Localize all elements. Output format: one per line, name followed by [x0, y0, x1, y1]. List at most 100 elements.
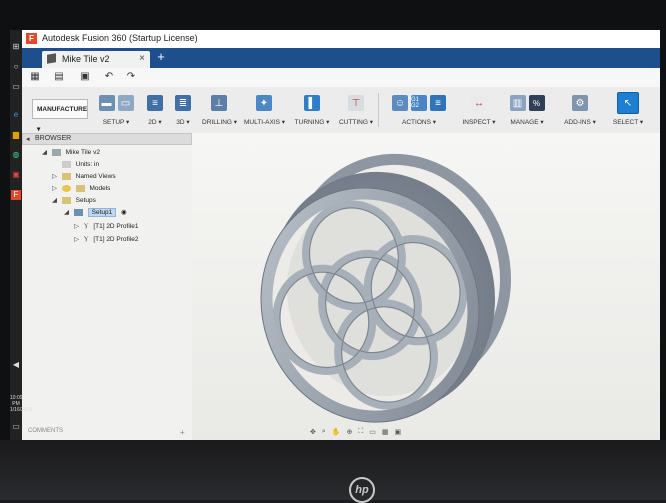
setup-icon: [73, 208, 83, 216]
notification-icon[interactable]: ▭: [11, 422, 21, 432]
file-explorer-icon[interactable]: ▆: [11, 130, 21, 140]
taskbar-time: 10:09 PM: [10, 395, 23, 407]
collapse-arrow-icon[interactable]: ◢: [42, 147, 50, 158]
collapse-arrow-icon[interactable]: ◢: [52, 195, 60, 206]
3d-group[interactable]: ≣ 3D ▾: [170, 91, 196, 131]
expand-arrow-icon[interactable]: ▷: [52, 171, 60, 182]
laptop-chin: [0, 440, 666, 500]
task-view-icon[interactable]: ▭: [11, 82, 21, 92]
window-title: Autodesk Fusion 360 (Startup License): [42, 33, 198, 43]
windows-start-icon[interactable]: ⊞: [11, 42, 21, 52]
inspect-label: INSPECT ▾: [462, 119, 496, 126]
3d-label: 3D ▾: [176, 119, 190, 126]
turning-icon: ▌: [304, 95, 320, 111]
save-icon[interactable]: ▣: [78, 71, 92, 83]
scripts-add-ins-icon: ⚙: [572, 95, 588, 111]
tree-units[interactable]: Units: in: [52, 159, 99, 170]
folder-icon: [75, 184, 85, 192]
tool-library-icon: ▥: [509, 95, 526, 111]
setup-group[interactable]: ▬ ▭ SETUP ▾: [94, 91, 138, 131]
manage-group[interactable]: ▥ % MANAGE ▾: [506, 91, 548, 131]
tree-models[interactable]: ▷ Models: [52, 183, 110, 194]
hp-logo: hp: [349, 477, 375, 503]
edge-icon[interactable]: e: [11, 110, 21, 120]
actions-group[interactable]: ☺ G1 G2 ≡ ACTIONS ▾: [380, 91, 458, 131]
pan-icon[interactable]: ✋: [332, 428, 341, 438]
inspect-group[interactable]: ↔ INSPECT ▾: [462, 91, 496, 131]
expand-arrow-icon[interactable]: ▷: [74, 234, 82, 245]
tree-named-views[interactable]: ▷ Named Views: [52, 171, 116, 182]
viewports-icon[interactable]: ▣: [395, 428, 402, 438]
tile-model[interactable]: [192, 133, 660, 440]
multi-axis-group[interactable]: ✦ MULTI-AXIS ▾: [244, 91, 285, 131]
drilling-icon: ⊥: [211, 95, 227, 111]
document-tab[interactable]: Mike Tile v2 ×: [42, 51, 150, 68]
folder-icon: [61, 172, 71, 180]
tree-units-label: Units: in: [75, 161, 100, 168]
3d-viewport[interactable]: [192, 133, 660, 440]
post-process-icon: G1 G2: [411, 95, 427, 111]
cutting-group[interactable]: ⊤ CUTTING ▾: [338, 91, 374, 131]
fit-icon[interactable]: ⛶: [358, 428, 363, 438]
drilling-label: DRILLING ▾: [202, 119, 238, 126]
new-setup-icon: ▬: [98, 95, 115, 111]
tree-root-label: Mike Tile v2: [65, 149, 100, 156]
office-icon[interactable]: ▣: [11, 170, 21, 180]
fusion-taskbar-icon[interactable]: F: [11, 190, 21, 200]
redo-icon[interactable]: ↷: [124, 71, 138, 83]
collapse-arrow-icon[interactable]: ◢: [64, 207, 72, 218]
expand-arrow-icon[interactable]: ▷: [52, 183, 60, 194]
look-at-icon[interactable]: ⌕: [322, 428, 326, 438]
windows-taskbar: ⊞ ○ ▭ e ▆ ◍ ▣ F ◀ 10:09 PM 1/16/2019 ▭: [10, 30, 33, 440]
tree-setup1[interactable]: ◢ Setup1 ◉: [64, 207, 127, 218]
tree-setups-label: Setups: [75, 197, 96, 204]
new-tab-button[interactable]: +: [154, 50, 168, 64]
2d-group[interactable]: ≡ 2D ▾: [142, 91, 168, 131]
taskbar-clock[interactable]: 10:09 PM 1/16/2019: [10, 395, 33, 413]
ribbon-separator: [378, 93, 379, 127]
add-comment-icon[interactable]: +: [180, 428, 185, 437]
tree-profile1[interactable]: ▷ Ⲩ [T1] 2D Profile1: [74, 221, 138, 232]
add-ins-label: ADD-INS ▾: [564, 119, 596, 126]
display-settings-icon[interactable]: ▭: [369, 428, 376, 438]
document-cube-icon: [47, 53, 56, 64]
tree-profile2[interactable]: ▷ Ⲩ [T1] 2D Profile2: [74, 234, 138, 245]
workspace-selector[interactable]: MANUFACTURE ▾: [32, 99, 88, 133]
lightbulb-icon[interactable]: [61, 184, 71, 192]
zoom-icon[interactable]: ⊕: [347, 428, 353, 438]
screen: ⊞ ○ ▭ e ▆ ◍ ▣ F ◀ 10:09 PM 1/16/2019 ▭ F…: [10, 30, 660, 440]
select-group[interactable]: ↖ SELECT ▾: [608, 91, 648, 131]
tree-profile1-label: [T1] 2D Profile1: [93, 223, 139, 230]
taskbar-date: 1/16/2019: [10, 407, 33, 413]
navigation-bar: ✥ ⌕ ✋ ⊕ ⛶ ▭ ▦ ▣: [310, 428, 401, 438]
folder-icon: [61, 196, 71, 204]
title-bar: F Autodesk Fusion 360 (Startup License): [22, 30, 660, 49]
browser-header[interactable]: ◂ BROWSER: [22, 133, 192, 145]
file-menu-icon[interactable]: ▤: [52, 71, 66, 83]
expand-arrow-icon[interactable]: ▷: [74, 221, 82, 232]
tree-root[interactable]: ◢ Mike Tile v2: [42, 147, 100, 158]
activate-radio-icon[interactable]: ◉: [121, 209, 127, 216]
tree-models-label: Models: [89, 185, 111, 192]
drilling-group[interactable]: ⊥ DRILLING ▾: [202, 91, 238, 131]
add-ins-group[interactable]: ⚙ ADD-INS ▾: [562, 91, 598, 131]
cortana-icon[interactable]: ○: [11, 62, 21, 72]
chrome-icon[interactable]: ◍: [11, 150, 21, 160]
speaker-icon[interactable]: ◀: [11, 360, 21, 370]
close-tab-icon[interactable]: ×: [139, 53, 145, 64]
multi-axis-icon: ✦: [256, 95, 272, 111]
data-panel-grid-icon[interactable]: ▦: [28, 71, 42, 83]
tree-setups[interactable]: ◢ Setups: [52, 195, 96, 206]
turning-label: TURNING ▾: [294, 119, 330, 126]
document-tab-strip: Mike Tile v2 × +: [22, 48, 660, 68]
orbit-icon[interactable]: ✥: [310, 428, 316, 438]
quick-access-bar: ▦ ▤ ▣ ↶ ↷: [22, 68, 660, 88]
collapse-browser-icon[interactable]: ◂: [26, 135, 30, 143]
turning-group[interactable]: ▌ TURNING ▾: [294, 91, 330, 131]
component-icon: [51, 148, 61, 156]
document-tab-label: Mike Tile v2: [62, 54, 110, 64]
folder-setup-icon: ▭: [117, 95, 134, 111]
grid-settings-icon[interactable]: ▦: [382, 428, 389, 438]
undo-icon[interactable]: ↶: [102, 71, 116, 83]
comments-label[interactable]: COMMENTS: [28, 428, 63, 434]
